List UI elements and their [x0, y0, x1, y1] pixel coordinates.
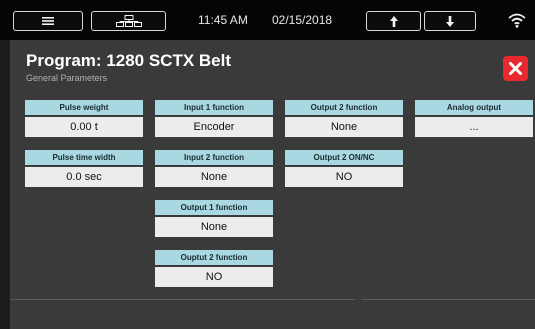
input-2-function-label: Input 2 function	[155, 150, 273, 165]
close-button[interactable]	[503, 56, 528, 81]
output-2-function-value[interactable]: None	[285, 117, 403, 137]
ouptut-2-function-field: Ouptut 2 function NO	[155, 250, 273, 287]
input-1-function-value[interactable]: Encoder	[155, 117, 273, 137]
hamburger-menu-icon	[42, 17, 54, 25]
clock-time: 11:45 AM	[198, 13, 248, 27]
scroll-down-button[interactable]	[424, 11, 476, 31]
output-2-function-label: Output 2 function	[285, 100, 403, 115]
output-2-function-field: Output 2 function None	[285, 100, 403, 137]
ouptut-2-function-value[interactable]: NO	[155, 267, 273, 287]
top-bar: 11:45 AM 02/15/2018	[0, 0, 535, 40]
analog-output-value[interactable]: ...	[415, 117, 533, 137]
output-2-on-nc-label: Output 2 ON/NC	[285, 150, 403, 165]
analog-output-field: Analog output ...	[415, 100, 533, 137]
pulse-time-width-value[interactable]: 0.0 sec	[25, 167, 143, 187]
pulse-time-width-label: Pulse time width	[25, 150, 143, 165]
output-2-on-nc-value[interactable]: NO	[285, 167, 403, 187]
current-date: 02/15/2018	[272, 13, 333, 27]
output-1-function-field: Output 1 function None	[155, 200, 273, 237]
menu-button[interactable]	[13, 11, 83, 31]
close-icon	[509, 62, 522, 75]
network-icon	[115, 15, 142, 27]
input-1-function-field: Input 1 function Encoder	[155, 100, 273, 137]
arrow-down-icon	[446, 15, 454, 27]
output-1-function-label: Output 1 function	[155, 200, 273, 215]
input-2-function-value[interactable]: None	[155, 167, 273, 187]
scroll-up-button[interactable]	[366, 11, 421, 31]
output-2-on-nc-field: Output 2 ON/NC NO	[285, 150, 403, 187]
arrow-up-icon	[389, 15, 398, 27]
pulse-weight-value[interactable]: 0.00 t	[25, 117, 143, 137]
bottom-divider-left	[10, 299, 355, 300]
page-title: Program: 1280 SCTX Belt	[26, 51, 232, 70]
ouptut-2-function-label: Ouptut 2 function	[155, 250, 273, 265]
pulse-weight-field: Pulse weight 0.00 t	[25, 100, 143, 137]
page-subtitle: General Parameters	[26, 73, 108, 83]
network-button[interactable]	[91, 11, 166, 31]
pulse-weight-label: Pulse weight	[25, 100, 143, 115]
pulse-time-width-field: Pulse time width 0.0 sec	[25, 150, 143, 187]
bottom-divider-right	[361, 299, 535, 300]
analog-output-label: Analog output	[415, 100, 533, 115]
output-1-function-value[interactable]: None	[155, 217, 273, 237]
input-1-function-label: Input 1 function	[155, 100, 273, 115]
input-2-function-field: Input 2 function None	[155, 150, 273, 187]
wifi-icon	[508, 13, 526, 28]
